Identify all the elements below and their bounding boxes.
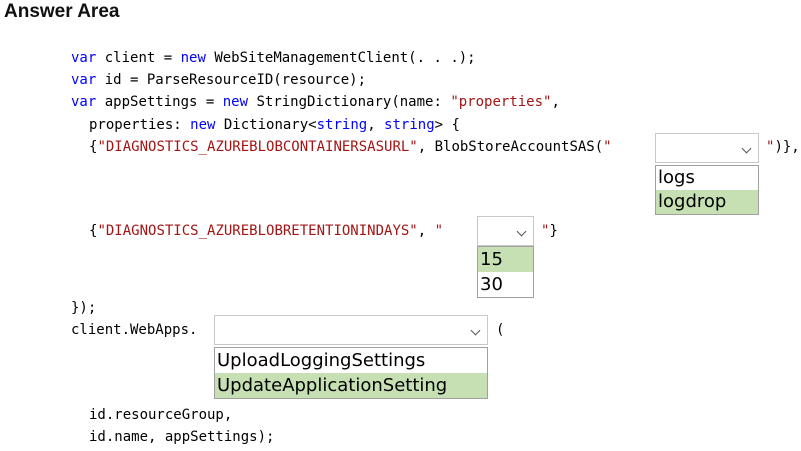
code-text: client = [96,50,181,66]
code-line-retention: {"DIAGNOSTICS_AZUREBLOBRETENTIONINDAYS",… [89,221,443,241]
keyword: var [71,72,97,88]
code-line-container-sasurl: {"DIAGNOSTICS_AZUREBLOBCONTAINERSASURL",… [89,137,612,157]
code-text: Dictionary< [215,117,317,133]
code-text: , [551,94,560,110]
keyword: string [316,117,368,133]
code-text: id = ParseResourceID(resource); [96,72,367,88]
keyword: new [222,94,249,110]
chevron-down-icon [741,143,752,154]
method-dropdown[interactable] [214,315,488,345]
code-line-end: ")}, [766,137,800,157]
code-text: WebSiteManagementClient(. . .); [205,50,476,66]
code-line-properties: properties: new Dictionary<string, strin… [89,115,460,135]
option-15[interactable]: 15 [478,247,533,272]
code-text: appSettings = [96,94,223,110]
code-line-paren: ( [496,322,505,338]
container-options: logs logdrop [655,165,759,215]
code-text: } [549,223,558,239]
option-30[interactable]: 30 [478,272,533,297]
code-text: , [367,117,385,133]
retention-dropdown[interactable] [477,216,534,246]
option-upload-logging-settings[interactable]: UploadLoggingSettings [215,348,487,373]
retention-options: 15 30 [477,246,534,298]
keyword: string [384,117,435,133]
code-text: , BlobStoreAccountSAS( [417,139,604,155]
code-text: StringDictionary(name: [248,94,451,110]
string-literal: " [603,139,612,155]
code-text: , [417,223,435,239]
code-line-webapps: client.WebApps. [71,322,198,338]
container-dropdown[interactable] [655,133,759,163]
keyword: new [180,50,206,66]
string-literal: "properties" [450,94,552,110]
answer-area-title: Answer Area [4,1,120,22]
option-logdrop[interactable]: logdrop [656,190,758,214]
code-line-client: var client = new WebSiteManagementClient… [71,48,476,68]
code-text: properties: [89,117,191,133]
chevron-down-icon [516,226,527,237]
chevron-down-icon [470,325,481,336]
keyword: var [71,50,97,66]
code-text: > { [434,117,460,133]
code-line-resourcegroup: id.resourceGroup, [89,407,233,423]
option-logs[interactable]: logs [656,166,758,190]
code-line-id: var id = ParseResourceID(resource); [71,70,366,90]
code-line-name: id.name, appSettings); [89,429,275,445]
code-line-appsettings: var appSettings = new StringDictionary(n… [71,92,560,112]
keyword: var [71,94,97,110]
keyword: new [190,117,216,133]
code-text: )}, [774,139,800,155]
method-options: UploadLoggingSettings UpdateApplicationS… [214,347,488,399]
string-literal: "DIAGNOSTICS_AZUREBLOBCONTAINERSASURL" [97,139,418,155]
string-literal: "DIAGNOSTICS_AZUREBLOBRETENTIONINDAYS" [97,223,418,239]
code-line-close: }); [71,300,97,316]
code-line-end: "} [541,221,558,241]
option-update-application-setting[interactable]: UpdateApplicationSetting [215,373,487,398]
string-literal: " [434,223,444,239]
